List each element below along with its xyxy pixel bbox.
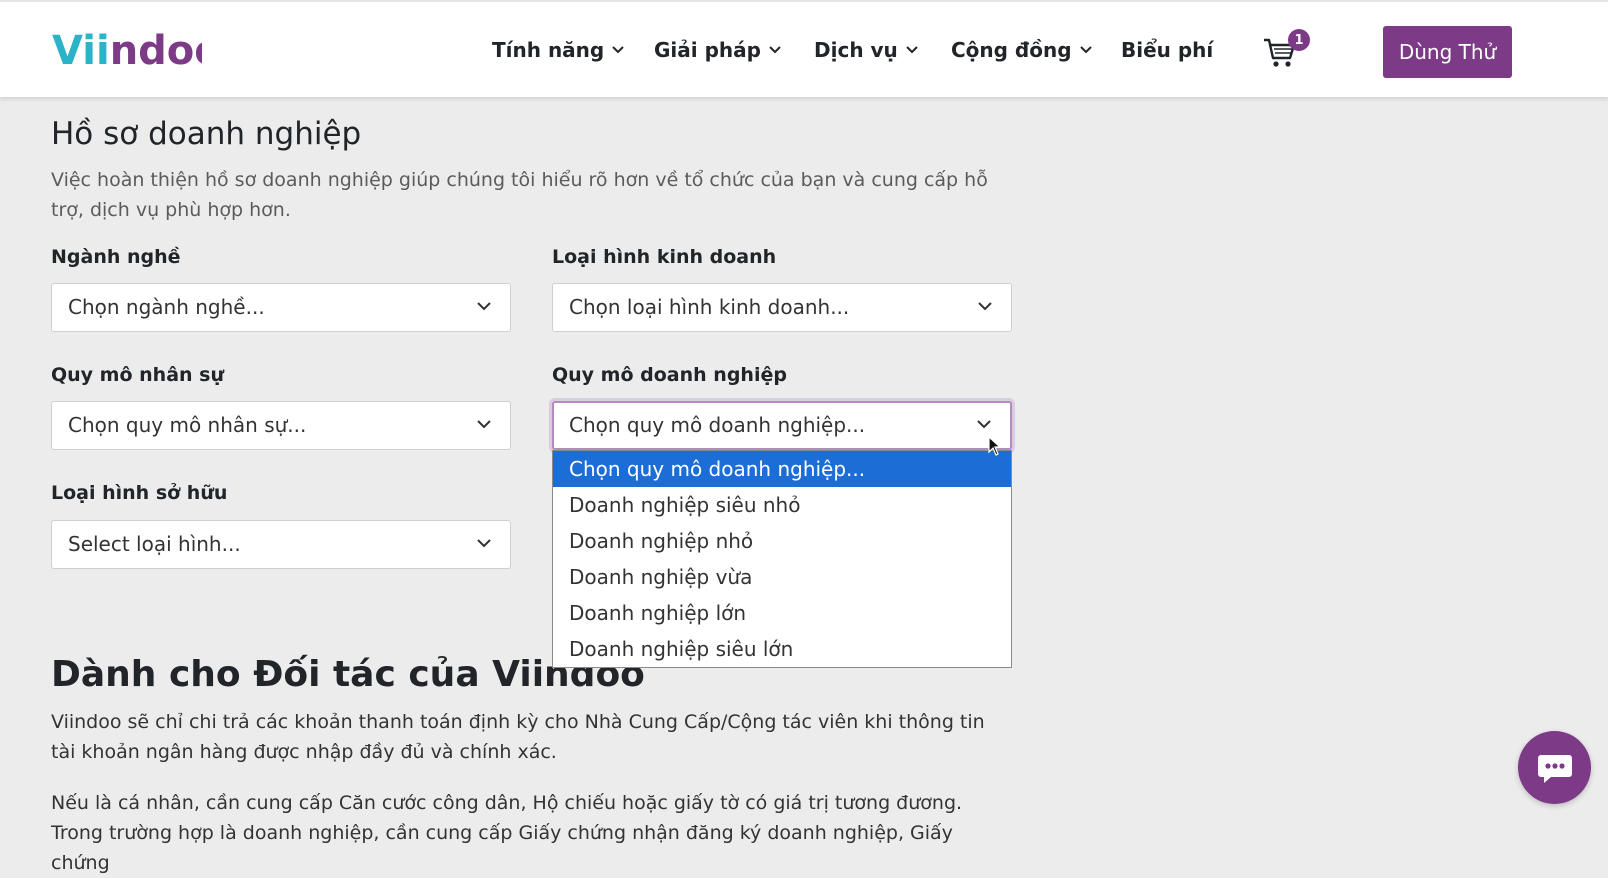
profile-section-title: Hồ sơ doanh nghiệp: [51, 116, 362, 152]
cart-count-badge: 1: [1288, 29, 1310, 51]
company-size-select-value: Chọn quy mô doanh nghiệp...: [569, 413, 866, 437]
nav-features-label: Tính năng: [492, 38, 605, 62]
company-size-option-micro[interactable]: Doanh nghiệp siêu nhỏ: [553, 487, 1011, 523]
top-navigation-bar: Viindoo Tính năng Giải pháp Dịch vụ Cộng…: [0, 0, 1608, 97]
chat-button[interactable]: [1518, 731, 1591, 804]
industry-select-value: Chọn ngành nghề...: [68, 295, 265, 319]
industry-label: Ngành nghề: [51, 246, 181, 268]
company-size-label: Quy mô doanh nghiệp: [552, 364, 787, 386]
industry-select[interactable]: Chọn ngành nghề...: [51, 283, 511, 332]
partner-paragraph-2: Nếu là cá nhân, cần cung cấp Căn cước cô…: [51, 792, 963, 874]
chevron-down-icon: [769, 46, 781, 54]
chevron-down-icon: [477, 539, 491, 548]
business-type-label: Loại hình kinh doanh: [552, 246, 777, 268]
chevron-down-icon: [477, 420, 491, 429]
nav-features[interactable]: Tính năng: [492, 38, 624, 62]
nav-services-label: Dịch vụ: [814, 38, 898, 62]
nav-community-label: Cộng đồng: [951, 38, 1072, 62]
company-size-select[interactable]: Chọn quy mô doanh nghiệp...: [552, 401, 1012, 450]
profile-section-description: Việc hoàn thiện hồ sơ doanh nghiệp giúp …: [51, 169, 988, 221]
nav-community[interactable]: Cộng đồng: [951, 38, 1092, 62]
business-type-select-value: Chọn loại hình kinh doanh...: [569, 295, 850, 319]
ownership-type-label: Loại hình sở hữu: [51, 482, 228, 504]
svg-text:Viindoo: Viindoo: [52, 28, 202, 74]
mouse-cursor-icon: [988, 436, 1002, 456]
try-free-button[interactable]: Dùng Thử: [1383, 26, 1512, 78]
chevron-down-icon: [1079, 46, 1092, 54]
nav-solutions[interactable]: Giải pháp: [654, 38, 781, 62]
nav-services[interactable]: Dịch vụ: [814, 38, 918, 62]
ownership-type-select-value: Select loại hình...: [68, 532, 241, 556]
business-type-select[interactable]: Chọn loại hình kinh doanh...: [552, 283, 1012, 332]
nav-pricing-label: Biểu phí: [1121, 38, 1214, 62]
company-size-option-large[interactable]: Doanh nghiệp lớn: [553, 595, 1011, 631]
chevron-down-icon: [477, 302, 491, 311]
company-size-option-medium[interactable]: Doanh nghiệp vừa: [553, 559, 1011, 595]
company-size-dropdown-list: Chọn quy mô doanh nghiệp... Doanh nghiệp…: [552, 450, 1012, 668]
nav-pricing[interactable]: Biểu phí: [1121, 38, 1213, 62]
cart-button[interactable]: 1: [1262, 29, 1310, 72]
chevron-down-icon: [906, 46, 918, 54]
partner-paragraph-1: Viindoo sẽ chỉ chi trả các khoản thanh t…: [51, 711, 985, 763]
company-size-option-very-large[interactable]: Doanh nghiệp siêu lớn: [553, 631, 1011, 667]
chevron-down-icon: [977, 420, 991, 429]
viindoo-logo[interactable]: Viindoo: [52, 26, 202, 76]
company-size-option-small[interactable]: Doanh nghiệp nhỏ: [553, 523, 1011, 559]
company-size-option-placeholder[interactable]: Chọn quy mô doanh nghiệp...: [553, 451, 1011, 487]
nav-solutions-label: Giải pháp: [654, 38, 761, 62]
staff-size-select[interactable]: Chọn quy mô nhân sự...: [51, 401, 511, 450]
staff-size-select-value: Chọn quy mô nhân sự...: [68, 413, 307, 437]
chat-icon: [1537, 754, 1572, 783]
chevron-down-icon: [612, 46, 624, 54]
staff-size-label: Quy mô nhân sự: [51, 364, 224, 386]
chevron-down-icon: [978, 302, 992, 311]
ownership-type-select[interactable]: Select loại hình...: [51, 520, 511, 569]
